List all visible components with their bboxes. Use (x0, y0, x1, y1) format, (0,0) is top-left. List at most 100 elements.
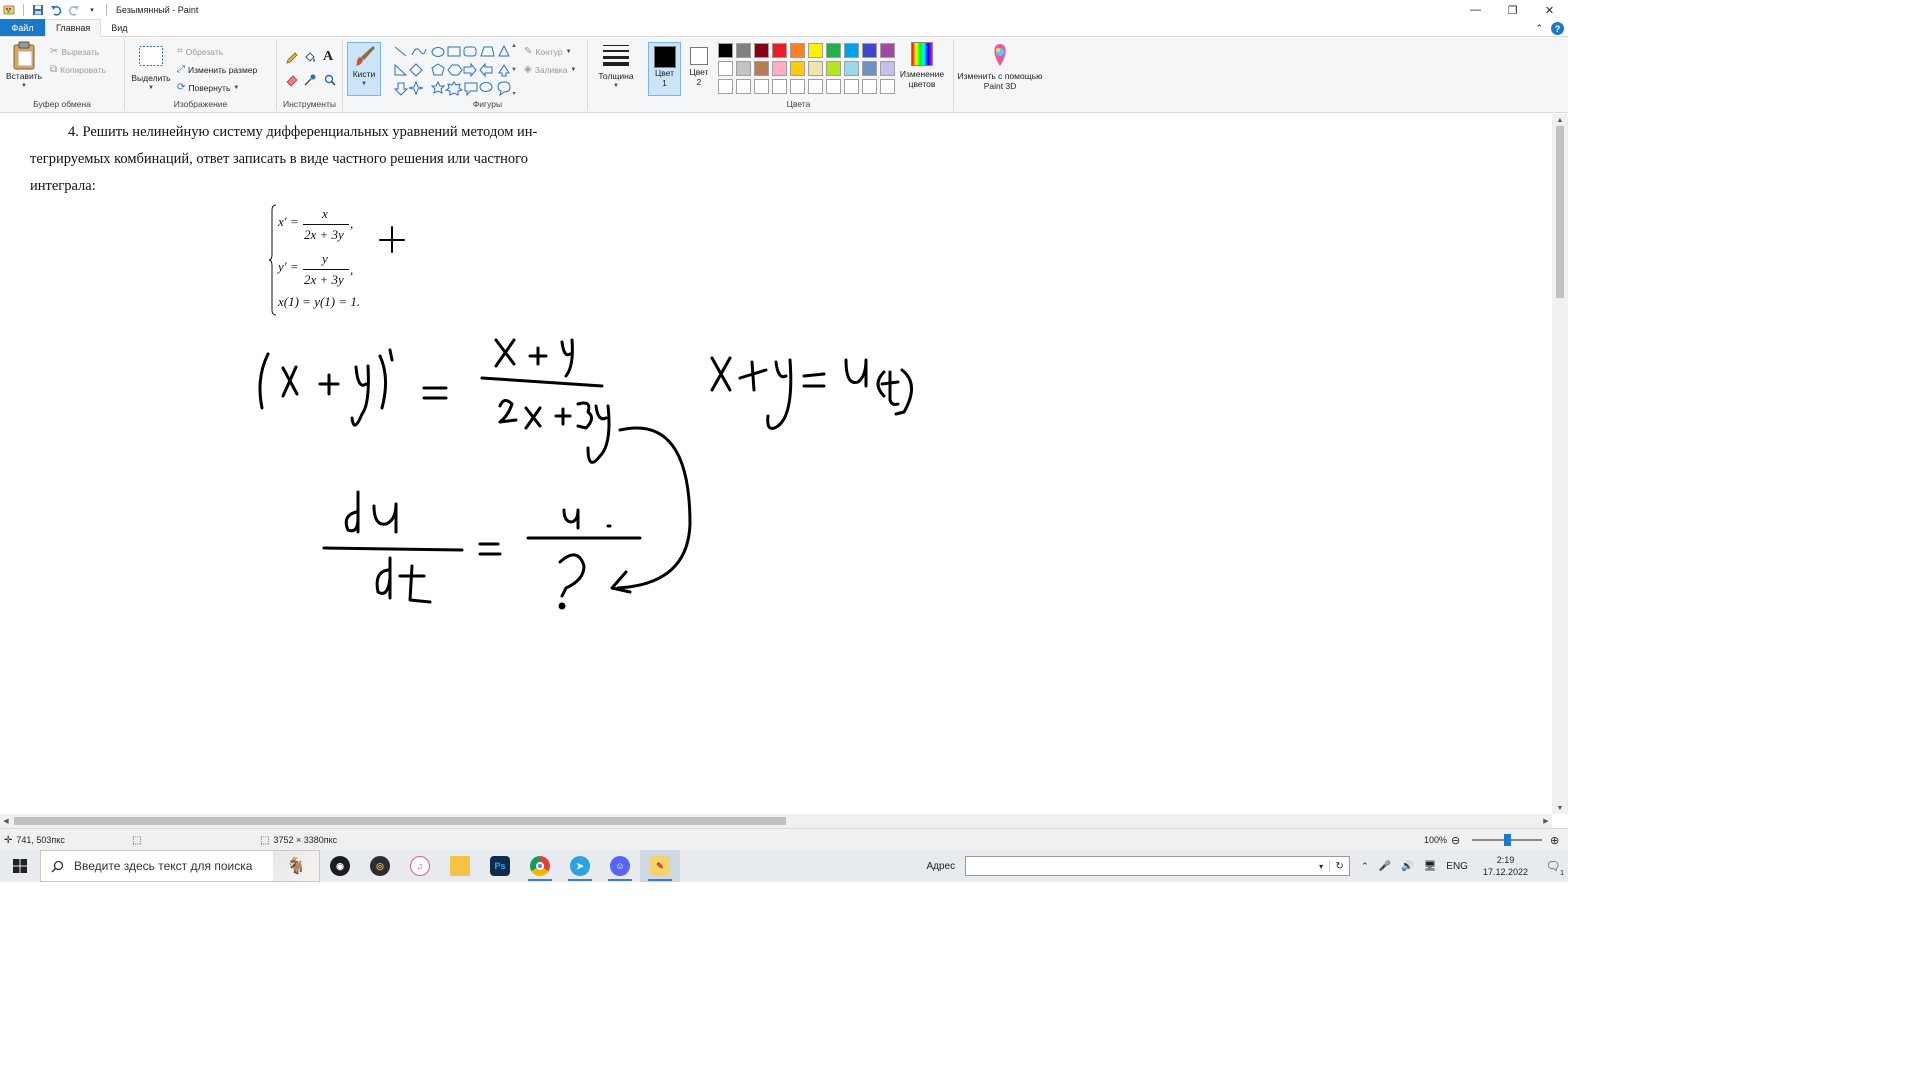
color-swatch[interactable] (844, 43, 859, 58)
select-button[interactable]: Выделить ▼ (129, 45, 173, 93)
color-swatch[interactable] (772, 61, 787, 76)
crop-button[interactable]: ⌗ Обрезать (177, 46, 223, 57)
paint3d-button[interactable]: Изменить с помощью Paint 3D (956, 42, 1044, 91)
address-input[interactable]: ▾ ↻ (965, 856, 1351, 876)
canvas[interactable]: 4. Решить нелинейную систему дифференциа… (0, 114, 1552, 814)
horizontal-scroll-thumb[interactable] (14, 817, 786, 825)
scroll-down-icon[interactable]: ▼ (511, 67, 517, 73)
scroll-up-icon[interactable]: ▲ (1552, 114, 1568, 126)
redo-icon[interactable] (67, 3, 81, 17)
eraser-icon[interactable] (285, 73, 299, 89)
maximize-button[interactable]: ❐ (1494, 0, 1531, 20)
brushes-button[interactable]: Кисти ▼ (347, 42, 381, 96)
resize-button[interactable]: ⤢ Изменить размер (177, 64, 257, 75)
taskbar-itunes[interactable]: ♫ (400, 850, 440, 882)
language-indicator[interactable]: ENG (1446, 861, 1468, 872)
tab-home[interactable]: Главная (45, 19, 102, 37)
text-tool-icon[interactable]: A (323, 49, 333, 65)
color-swatch[interactable] (808, 43, 823, 58)
color-swatch[interactable] (718, 79, 733, 94)
color-swatch[interactable] (736, 61, 751, 76)
scroll-right-icon[interactable]: ▶ (1540, 814, 1552, 828)
close-button[interactable]: ✕ (1531, 0, 1568, 20)
color-swatch[interactable] (718, 61, 733, 76)
horizontal-scrollbar[interactable]: ◀ ▶ (0, 814, 1552, 828)
color-swatch[interactable] (862, 61, 877, 76)
cut-button[interactable]: ✂ Вырезать (50, 46, 99, 57)
fill-button[interactable]: ◈ Заливка ▼ (524, 64, 576, 75)
color-swatch[interactable] (844, 61, 859, 76)
color2-button[interactable]: Цвет 2 (684, 42, 714, 96)
zoom-in-icon[interactable]: ⊕ (1550, 834, 1559, 847)
color-swatch[interactable] (880, 79, 895, 94)
taskbar-explorer[interactable] (440, 850, 480, 882)
color1-button[interactable]: Цвет 1 (648, 42, 681, 96)
color-swatch[interactable] (736, 79, 751, 94)
taskbar-telegram[interactable]: ➤ (560, 850, 600, 882)
size-button[interactable]: Толщина ▼ (592, 43, 640, 91)
fill-bucket-icon[interactable] (303, 51, 317, 67)
color-swatch[interactable] (808, 61, 823, 76)
color-swatch[interactable] (826, 61, 841, 76)
copy-button[interactable]: ⧉ Копировать (50, 64, 106, 75)
customize-qat-icon[interactable]: ▾ (85, 3, 99, 17)
taskbar-photoshop[interactable]: Ps (480, 850, 520, 882)
color-swatch[interactable] (754, 43, 769, 58)
color-swatch[interactable] (880, 43, 895, 58)
shapes-gallery[interactable] (392, 43, 514, 97)
color-swatch[interactable] (880, 61, 895, 76)
color-swatch[interactable] (826, 79, 841, 94)
edit-colors-button[interactable]: Изменение цветов (896, 42, 948, 89)
collapse-ribbon-icon[interactable]: ⌃ (1535, 23, 1543, 34)
scroll-left-icon[interactable]: ◀ (0, 814, 12, 828)
rotate-button[interactable]: ⟳ Повернуть ▼ (177, 82, 239, 93)
volume-icon[interactable]: 🔊 (1401, 861, 1413, 872)
color-swatch[interactable] (826, 43, 841, 58)
tab-view[interactable]: Вид (101, 19, 137, 36)
tab-file[interactable]: Файл (0, 19, 45, 36)
zoom-slider-thumb[interactable] (1504, 834, 1511, 846)
start-button[interactable] (0, 850, 40, 882)
color-swatch[interactable] (808, 79, 823, 94)
magnifier-icon[interactable] (323, 73, 337, 89)
color-swatch[interactable] (772, 79, 787, 94)
refresh-icon[interactable]: ↻ (1329, 860, 1349, 872)
color-swatch[interactable] (736, 43, 751, 58)
color-swatch[interactable] (718, 43, 733, 58)
help-icon[interactable]: ? (1551, 22, 1564, 35)
expand-icon[interactable]: ▾ (512, 90, 515, 97)
taskbar-clock[interactable]: 2:19 17.12.2022 (1483, 854, 1528, 878)
taskbar-app-dark[interactable]: ◎ (360, 850, 400, 882)
color-swatch[interactable] (844, 79, 859, 94)
color-swatch[interactable] (772, 43, 787, 58)
color-swatch[interactable] (754, 61, 769, 76)
color-swatch[interactable] (790, 61, 805, 76)
color-swatch[interactable] (862, 79, 877, 94)
scroll-up-icon[interactable]: ▲ (511, 43, 517, 49)
zoom-out-icon[interactable]: ⊖ (1451, 834, 1460, 847)
undo-icon[interactable] (49, 3, 63, 17)
pencil-icon[interactable] (285, 51, 299, 67)
action-center-button[interactable]: 🗨 1 (1538, 859, 1568, 877)
taskbar-chrome[interactable] (520, 850, 560, 882)
taskbar-discord[interactable]: ☺ (600, 850, 640, 882)
vertical-scroll-thumb[interactable] (1556, 126, 1564, 298)
paint-app-icon[interactable] (2, 3, 16, 17)
taskbar-paint[interactable]: ✎ (640, 850, 680, 882)
color-swatch[interactable] (790, 43, 805, 58)
chevron-down-icon[interactable]: ▾ (1313, 862, 1329, 871)
taskbar-davinci[interactable]: ◉ (320, 850, 360, 882)
shapes-scroll[interactable]: ▲ ▼ ▾ (510, 43, 518, 97)
taskbar-search[interactable]: Введите здесь текст для поиска 🐐 (40, 850, 320, 882)
network-icon[interactable]: 🖥 (1424, 861, 1437, 872)
save-icon[interactable] (31, 3, 45, 17)
scroll-down-icon[interactable]: ▼ (1552, 802, 1568, 814)
color-swatch[interactable] (754, 79, 769, 94)
paste-button[interactable]: Вставить ▼ (4, 41, 44, 91)
color-swatch[interactable] (862, 43, 877, 58)
vertical-scrollbar[interactable]: ▲ ▼ (1552, 114, 1568, 814)
minimize-button[interactable]: — (1457, 0, 1494, 20)
color-swatch[interactable] (790, 79, 805, 94)
show-hidden-icons[interactable]: ⌃ (1361, 861, 1369, 872)
color-picker-icon[interactable] (303, 73, 317, 89)
